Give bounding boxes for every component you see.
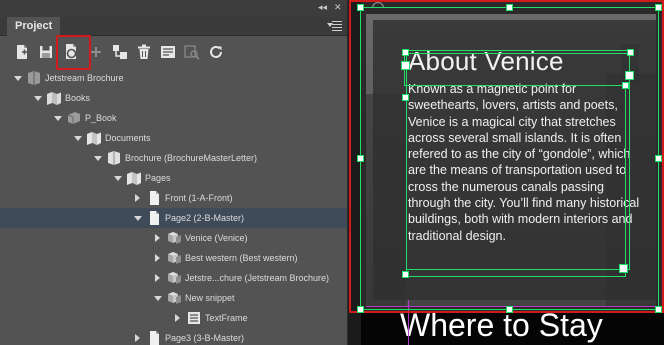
resize-handle[interactable] [506,306,513,313]
project-panel: ◂◂ ✕ Project Jetstream Brochure Books P_… [0,0,348,345]
tree-item-label: Jetstream Brochure [45,73,124,83]
tree-item-label: Jetstre...chure (Jetstream Brochure) [185,273,330,283]
save-icon[interactable] [37,43,55,61]
tree-row[interactable]: TextFrame [0,308,347,328]
text-frame-handle[interactable] [627,49,634,56]
resize-handle[interactable] [357,306,364,313]
expand-arrow-icon[interactable] [112,168,124,188]
text-frame-handle[interactable] [402,49,409,56]
resize-handle[interactable] [655,4,662,11]
text-frame-handle[interactable] [402,271,409,278]
page-icon [145,190,163,206]
project-icon [25,70,43,86]
tree-row[interactable]: Venice (Venice) [0,228,347,248]
snippet-icon [165,230,183,246]
expand-arrow-icon[interactable] [12,68,24,88]
tree-item-label: Brochure (BrochureMasterLetter) [125,153,258,163]
tree-row[interactable]: New snippet [0,288,347,308]
panel-title-bar: ◂◂ ✕ [0,0,347,17]
tree-item-label: Front (1-A-Front) [165,193,233,203]
text-frame-handle[interactable] [401,61,410,70]
collapse-panel-icon[interactable]: ◂◂ [318,3,330,13]
tree-item-label: Venice (Venice) [185,233,248,243]
book-icon [65,110,83,126]
tree-row[interactable]: P_Book [0,108,347,128]
tree-item-label: New snippet [185,293,235,303]
panel-tab-row: Project [0,17,347,36]
tree-row[interactable]: Brochure (BrochureMasterLetter) [0,148,347,168]
expand-arrow-icon[interactable] [32,88,44,108]
tree-row[interactable]: Documents [0,128,347,148]
resize-handle[interactable] [655,306,662,313]
tree-row[interactable]: Page2 (2-B-Master) [0,208,347,228]
text-frame-handle[interactable] [625,71,634,80]
delete-icon[interactable] [135,43,153,61]
tree-item-label: Books [65,93,91,103]
tree-row[interactable]: Front (1-A-Front) [0,188,347,208]
resize-handle[interactable] [655,155,662,162]
collapsed-arrow-icon[interactable] [132,328,144,345]
canvas-highlight-frame [349,0,664,313]
documents-icon [85,130,103,146]
pages-icon [125,170,143,186]
textframe-icon [185,310,203,326]
collapsed-arrow-icon[interactable] [152,268,164,288]
tree-item-label: TextFrame [205,313,248,323]
expand-arrow-icon[interactable] [132,208,144,228]
tree-item-label: Page3 (3-B-Master) [165,333,245,343]
text-frame-handle[interactable] [622,82,629,89]
snippet-icon [165,290,183,306]
collapsed-arrow-icon[interactable] [132,188,144,208]
refresh-icon[interactable] [207,43,225,61]
expand-arrow-icon[interactable] [52,108,64,128]
resize-handle[interactable] [506,4,513,11]
project-toolbar [0,36,347,69]
tree-row[interactable]: Books [0,88,347,108]
tree-item-label: Pages [145,173,171,183]
expand-arrow-icon[interactable] [92,148,104,168]
inspect-icon[interactable] [183,43,201,61]
active-tool-highlight [56,35,91,70]
page-icon [145,210,163,226]
tree-row[interactable]: Jetstre...chure (Jetstream Brochure) [0,268,347,288]
add-child-icon[interactable] [111,43,129,61]
tree-row[interactable]: Jetstream Brochure [0,68,347,88]
tree-item-label: Best western (Best western) [185,253,298,263]
text-frame-handle[interactable] [619,264,628,273]
panel-menu-icon[interactable] [327,20,343,32]
tree-row[interactable]: Pages [0,168,347,188]
tree-row[interactable]: Best western (Best western) [0,248,347,268]
expand-arrow-icon[interactable] [152,288,164,308]
document-icon [105,150,123,166]
collapsed-arrow-icon[interactable] [152,228,164,248]
books-icon [45,90,63,106]
close-panel-icon[interactable]: ✕ [334,3,344,13]
text-frame-handle[interactable] [402,94,409,101]
new-page-icon[interactable] [13,43,31,61]
resize-handle[interactable] [357,4,364,11]
snippet-icon [165,270,183,286]
properties-icon[interactable] [159,43,177,61]
page-icon [145,330,163,345]
tree-item-label: Page2 (2-B-Master) [165,213,245,223]
tree-item-label: Documents [105,133,151,143]
expand-arrow-icon[interactable] [72,128,84,148]
resize-handle[interactable] [357,155,364,162]
collapsed-arrow-icon[interactable] [172,308,184,328]
tab-project[interactable]: Project [7,17,61,36]
tree-row[interactable]: Page3 (3-B-Master) [0,328,347,345]
tree-item-label: P_Book [85,113,117,123]
collapsed-arrow-icon[interactable] [152,248,164,268]
snippet-icon [165,250,183,266]
